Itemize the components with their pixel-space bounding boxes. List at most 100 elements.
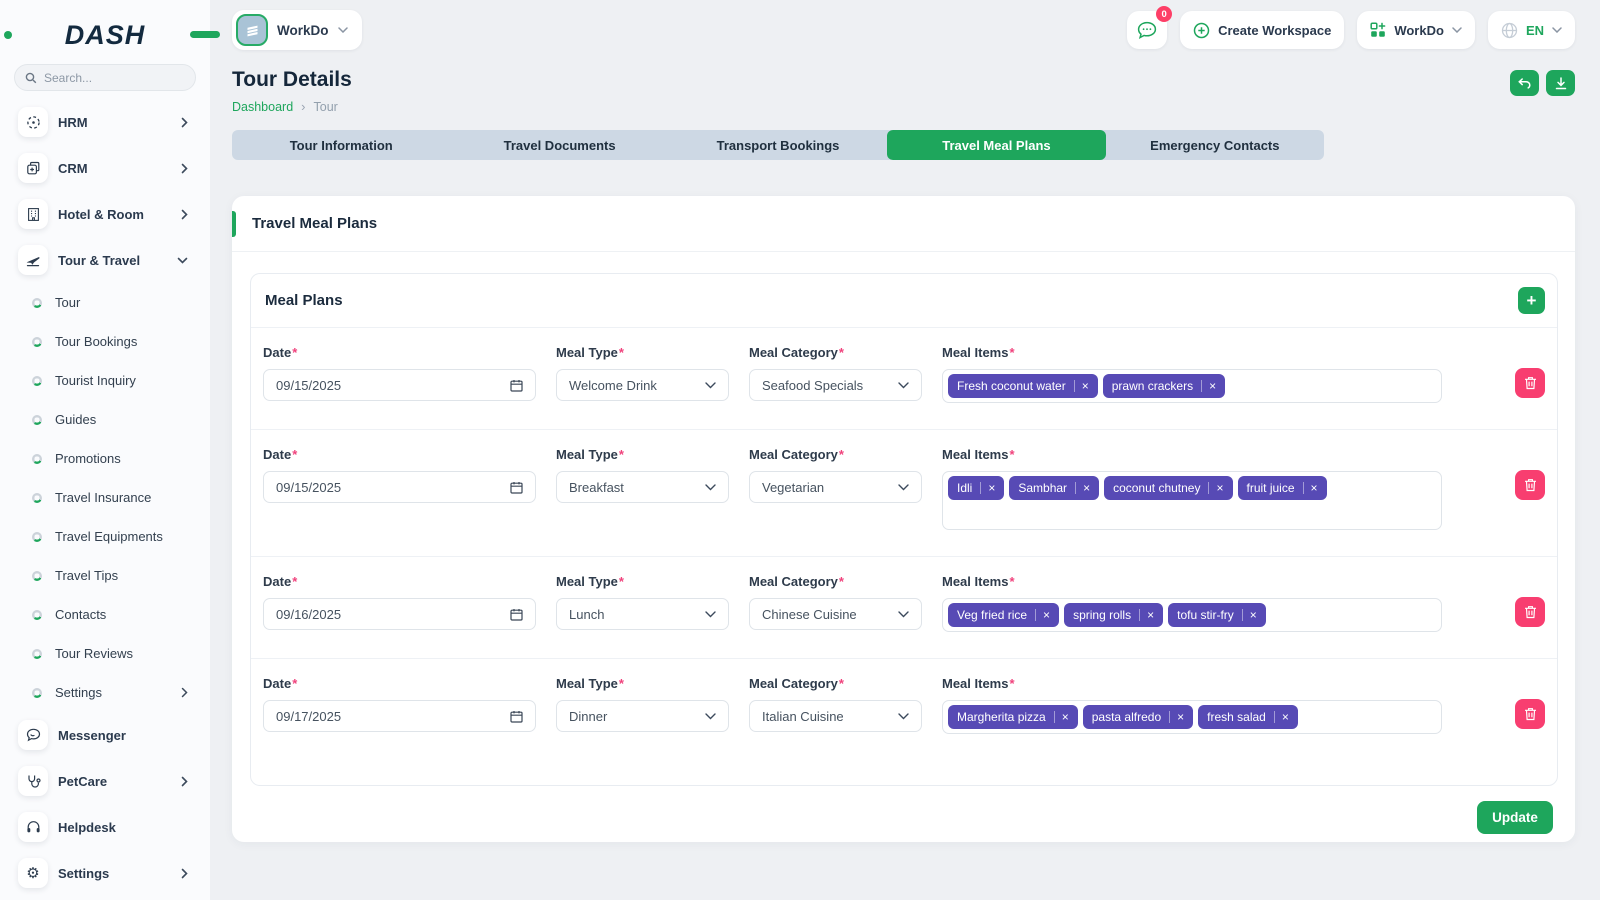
sidebar-item-tour[interactable]: Tour xyxy=(14,283,196,322)
meal-category-value: Chinese Cuisine xyxy=(762,607,857,622)
sidebar-item-travel-equipments[interactable]: Travel Equipments xyxy=(14,517,196,556)
meal-category-select[interactable]: Italian Cuisine xyxy=(749,700,922,732)
meal-category-value: Seafood Specials xyxy=(762,378,863,393)
required-asterisk: * xyxy=(839,574,844,589)
sidebar-item-hrm[interactable]: HRM xyxy=(14,99,196,145)
remove-tag-icon[interactable]: × xyxy=(1035,609,1050,621)
date-input[interactable] xyxy=(263,700,536,732)
sidebar-item-messenger[interactable]: Messenger xyxy=(14,712,196,758)
remove-tag-icon[interactable]: × xyxy=(1201,380,1216,392)
date-input[interactable] xyxy=(263,369,536,401)
workspace-chip[interactable]: WorkDo xyxy=(232,10,362,50)
page-header: Tour Details Dashboard › Tour xyxy=(232,68,1575,114)
sidebar-item-settings[interactable]: ⚙ Settings xyxy=(14,850,196,896)
date-value[interactable] xyxy=(276,607,466,622)
chevron-down-icon xyxy=(898,484,909,491)
back-button[interactable] xyxy=(1510,70,1539,96)
sidebar-item-helpdesk[interactable]: Helpdesk xyxy=(14,804,196,850)
language-dropdown[interactable]: EN xyxy=(1488,11,1575,49)
remove-tag-icon[interactable]: × xyxy=(1169,711,1184,723)
add-meal-plan-button[interactable]: + xyxy=(1518,287,1545,314)
tab-travel-documents[interactable]: Travel Documents xyxy=(450,130,668,160)
delete-row-button[interactable] xyxy=(1515,470,1545,500)
meal-items-input[interactable]: Margherita pizza× pasta alfredo× fresh s… xyxy=(942,700,1442,734)
remove-tag-icon[interactable]: × xyxy=(1274,711,1289,723)
tab-travel-meal-plans[interactable]: Travel Meal Plans xyxy=(887,130,1105,160)
remove-tag-icon[interactable]: × xyxy=(1074,380,1089,392)
update-button[interactable]: Update xyxy=(1477,801,1553,834)
delete-row-button[interactable] xyxy=(1515,368,1545,398)
remove-tag-icon[interactable]: × xyxy=(1208,482,1223,494)
export-button[interactable] xyxy=(1546,70,1575,96)
brand-logo-text: DASH xyxy=(65,20,146,51)
meal-plan-row: Date* Meal Type* Welcome Drink xyxy=(251,328,1557,430)
date-value[interactable] xyxy=(276,480,466,495)
messages-badge: 0 xyxy=(1156,6,1172,22)
delete-row-button[interactable] xyxy=(1515,699,1545,729)
remove-tag-icon[interactable]: × xyxy=(1054,711,1069,723)
meal-item-tag: spring rolls× xyxy=(1064,603,1163,627)
breadcrumb-dashboard-link[interactable]: Dashboard xyxy=(232,100,293,114)
meal-category-select[interactable]: Seafood Specials xyxy=(749,369,922,401)
date-value[interactable] xyxy=(276,709,466,724)
meal-type-select[interactable]: Breakfast xyxy=(556,471,729,503)
calendar-icon[interactable] xyxy=(510,379,523,392)
meal-category-select[interactable]: Vegetarian xyxy=(749,471,922,503)
hrm-target-icon xyxy=(18,107,48,137)
remove-tag-icon[interactable]: × xyxy=(980,482,995,494)
trash-icon xyxy=(1524,605,1537,619)
remove-tag-icon[interactable]: × xyxy=(1303,482,1318,494)
create-workspace-button[interactable]: Create Workspace xyxy=(1180,11,1344,49)
meal-items-input[interactable]: Veg fried rice× spring rolls× tofu stir-… xyxy=(942,598,1442,632)
sidebar-item-hotel-room[interactable]: Hotel & Room xyxy=(14,191,196,237)
date-input[interactable] xyxy=(263,598,536,630)
calendar-icon[interactable] xyxy=(510,710,523,723)
remove-tag-icon[interactable]: × xyxy=(1242,609,1257,621)
date-input[interactable] xyxy=(263,471,536,503)
workspace-dropdown[interactable]: WorkDo xyxy=(1357,11,1475,49)
messages-button[interactable]: 0 xyxy=(1127,11,1167,49)
sidebar-item-tour-travel[interactable]: Tour & Travel xyxy=(14,237,196,283)
sidebar-item-promotions[interactable]: Promotions xyxy=(14,439,196,478)
meal-type-select[interactable]: Lunch xyxy=(556,598,729,630)
sidebar-item-tour-settings[interactable]: Settings xyxy=(14,673,196,712)
brand-logo[interactable]: DASH xyxy=(14,18,196,52)
search-input[interactable] xyxy=(44,71,174,85)
sidebar-item-travel-insurance[interactable]: Travel Insurance xyxy=(14,478,196,517)
sidebar-item-petcare[interactable]: PetCare xyxy=(14,758,196,804)
sidebar-nav: HRM CRM Hotel & Room xyxy=(14,99,196,896)
sidebar-item-crm[interactable]: CRM xyxy=(14,145,196,191)
remove-tag-icon[interactable]: × xyxy=(1139,609,1154,621)
plus-circle-icon xyxy=(1193,22,1210,39)
tab-tour-information[interactable]: Tour Information xyxy=(232,130,450,160)
remove-tag-icon[interactable]: × xyxy=(1075,482,1090,494)
meal-type-select[interactable]: Welcome Drink xyxy=(556,369,729,401)
date-value[interactable] xyxy=(276,378,466,393)
bullet-icon xyxy=(32,454,42,464)
trash-icon xyxy=(1524,478,1537,492)
workspace-chip-label: WorkDo xyxy=(277,23,329,38)
sidebar-item-tourist-inquiry[interactable]: Tourist Inquiry xyxy=(14,361,196,400)
sidebar-item-tour-reviews[interactable]: Tour Reviews xyxy=(14,634,196,673)
calendar-icon[interactable] xyxy=(510,481,523,494)
delete-row-button[interactable] xyxy=(1515,597,1545,627)
chevron-down-icon xyxy=(705,382,716,389)
meal-type-select[interactable]: Dinner xyxy=(556,700,729,732)
meal-items-input[interactable]: Idli× Sambhar× coconut chutney× fruit ju… xyxy=(942,471,1442,530)
chevron-down-icon xyxy=(1552,27,1562,33)
meal-category-select[interactable]: Chinese Cuisine xyxy=(749,598,922,630)
chevron-down-icon xyxy=(338,27,348,33)
sidebar-search[interactable] xyxy=(14,64,196,91)
sidebar-item-tour-bookings[interactable]: Tour Bookings xyxy=(14,322,196,361)
sidebar-item-guides[interactable]: Guides xyxy=(14,400,196,439)
tab-emergency-contacts[interactable]: Emergency Contacts xyxy=(1106,130,1324,160)
detail-tabs: Tour Information Travel Documents Transp… xyxy=(232,130,1324,160)
chevron-down-icon xyxy=(898,382,909,389)
chevron-down-icon xyxy=(1452,27,1462,33)
tab-transport-bookings[interactable]: Transport Bookings xyxy=(669,130,887,160)
calendar-icon[interactable] xyxy=(510,608,523,621)
chevron-right-icon xyxy=(181,117,192,128)
meal-items-input[interactable]: Fresh coconut water× prawn crackers× xyxy=(942,369,1442,403)
sidebar-item-travel-tips[interactable]: Travel Tips xyxy=(14,556,196,595)
sidebar-item-contacts[interactable]: Contacts xyxy=(14,595,196,634)
